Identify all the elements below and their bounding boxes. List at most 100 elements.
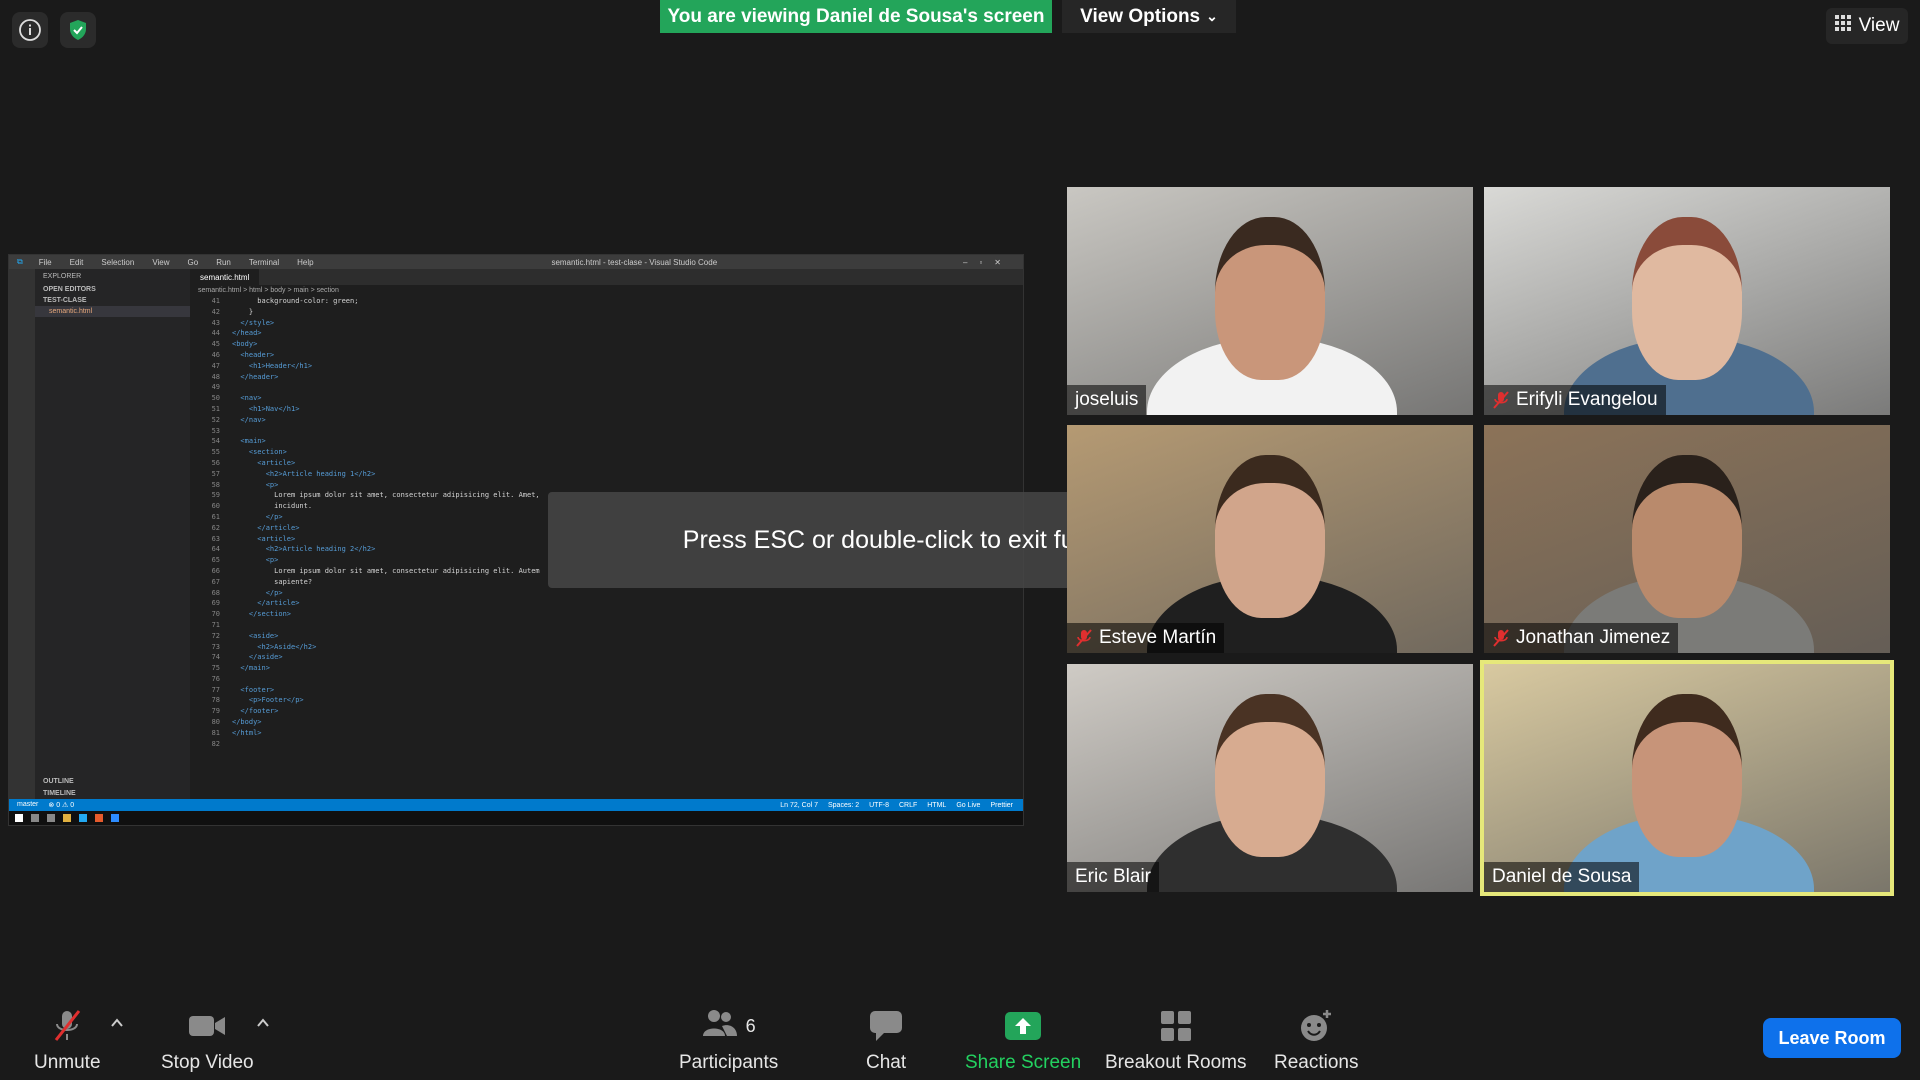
chevron-down-icon: ⌄ bbox=[1206, 8, 1218, 24]
code-line: 54 <main> bbox=[198, 436, 1023, 447]
person-head bbox=[1632, 694, 1742, 857]
code-line: 48 </header> bbox=[198, 372, 1023, 383]
view-options-menu[interactable]: View Options ⌄ bbox=[1062, 0, 1236, 33]
code-text: background-color: green; bbox=[232, 297, 359, 305]
participants-button[interactable]: 6 Participants bbox=[679, 1008, 778, 1074]
code-line: 79 </footer> bbox=[198, 706, 1023, 717]
code-line: 56 <article> bbox=[198, 458, 1023, 469]
vscode-menu-item: Selection bbox=[101, 257, 135, 267]
code-line: 80 </body> bbox=[198, 717, 1023, 728]
line-number: 81 bbox=[211, 728, 220, 737]
muted-microphone-icon bbox=[1493, 629, 1509, 647]
video-tile[interactable]: Jonathan Jimenez bbox=[1484, 425, 1890, 653]
participant-name-tag: Esteve Martín bbox=[1067, 623, 1225, 653]
vscode-menu-item: Edit bbox=[69, 257, 84, 267]
code-line: 52 </nav> bbox=[198, 415, 1023, 426]
editor-breadcrumb: semantic.html > html > body > main > sec… bbox=[198, 287, 339, 294]
code-text: </footer> bbox=[232, 707, 279, 716]
share-screen-button[interactable]: Share Screen bbox=[965, 1008, 1081, 1074]
code-text: sapiente? bbox=[232, 577, 313, 586]
video-options-caret-icon[interactable] bbox=[256, 1016, 270, 1030]
reactions-label: Reactions bbox=[1274, 1052, 1359, 1073]
participants-icon-wrap: 6 bbox=[702, 1008, 756, 1044]
breakout-rooms-button[interactable]: Breakout Rooms bbox=[1105, 1008, 1247, 1074]
view-layout-button[interactable]: View bbox=[1826, 8, 1908, 44]
status-item: Spaces: 2 bbox=[827, 801, 860, 809]
code-line: 69 </article> bbox=[198, 598, 1023, 609]
code-text: </style> bbox=[232, 318, 275, 327]
person-head bbox=[1215, 694, 1325, 857]
viewing-screen-banner: You are viewing Daniel de Sousa's screen bbox=[660, 0, 1052, 33]
line-number: 74 bbox=[211, 653, 220, 662]
open-editors-section: OPEN EDITORS bbox=[43, 286, 96, 293]
vscode-menu: File Edit Selection View Go Run Terminal Help bbox=[31, 258, 314, 267]
video-tile[interactable]: Eric Blair bbox=[1067, 664, 1473, 892]
browser-icon bbox=[95, 814, 103, 822]
code-text: </article> bbox=[232, 523, 300, 532]
explorer-title: EXPLORER bbox=[43, 273, 82, 280]
security-shield-icon[interactable] bbox=[60, 12, 96, 48]
windows-taskbar bbox=[9, 811, 1023, 825]
code-text: <h1>Nav</h1> bbox=[232, 404, 300, 413]
code-line: 71 bbox=[198, 620, 1023, 631]
vscode-menu-item: Terminal bbox=[248, 257, 280, 267]
line-number: 55 bbox=[211, 448, 220, 457]
person-head bbox=[1632, 455, 1742, 618]
line-number: 63 bbox=[211, 534, 220, 543]
code-text: } bbox=[232, 307, 254, 316]
code-text: <h1>Header</h1> bbox=[232, 361, 313, 370]
unmute-button[interactable]: Unmute bbox=[34, 1008, 101, 1074]
line-number: 82 bbox=[211, 739, 220, 748]
code-line: 70 </section> bbox=[198, 609, 1023, 620]
code-line: 76 bbox=[198, 674, 1023, 685]
status-left: master ⊗ 0 ⚠ 0 bbox=[17, 801, 74, 809]
stop-video-button[interactable]: Stop Video bbox=[161, 1008, 254, 1074]
code-line: 45 <body> bbox=[198, 339, 1023, 350]
reactions-button[interactable]: Reactions bbox=[1274, 1008, 1359, 1074]
breakout-rooms-icon bbox=[1160, 1008, 1191, 1044]
video-tile[interactable]: joseluis bbox=[1067, 187, 1473, 415]
vscode-activity-bar bbox=[9, 269, 35, 799]
participant-name: Jonathan Jimenez bbox=[1516, 627, 1671, 648]
leave-room-button[interactable]: Leave Room bbox=[1763, 1018, 1901, 1058]
status-item: master bbox=[17, 801, 39, 808]
vscode-menu-item: View bbox=[152, 257, 170, 267]
video-tile[interactable]: Erifyli Evangelou bbox=[1484, 187, 1890, 415]
video-tile[interactable]: Daniel de Sousa bbox=[1480, 660, 1894, 896]
code-text: incidunt. bbox=[232, 502, 313, 511]
line-number: 70 bbox=[211, 610, 220, 619]
code-text: <header> bbox=[232, 350, 275, 359]
line-number: 45 bbox=[211, 340, 220, 349]
muted-microphone-icon bbox=[1493, 391, 1509, 409]
grid-icon bbox=[1834, 15, 1851, 37]
line-number: 58 bbox=[211, 480, 220, 489]
code-line: 41 background-color: green; bbox=[198, 296, 1023, 307]
meeting-info-icon[interactable] bbox=[12, 12, 48, 48]
status-item: Prettier bbox=[990, 801, 1013, 809]
line-number: 50 bbox=[211, 394, 220, 403]
code-text: </head> bbox=[232, 329, 262, 338]
zoom-taskbar-icon bbox=[111, 814, 119, 822]
participant-name: Daniel de Sousa bbox=[1492, 866, 1632, 887]
video-tile[interactable]: Esteve Martín bbox=[1067, 425, 1473, 653]
person-head bbox=[1215, 455, 1325, 618]
line-number: 71 bbox=[211, 620, 220, 629]
line-number: 64 bbox=[211, 545, 220, 554]
status-item: ⊗ 0 ⚠ 0 bbox=[48, 802, 75, 809]
participant-name: Erifyli Evangelou bbox=[1516, 389, 1658, 410]
line-number: 76 bbox=[211, 674, 220, 683]
status-item: CRLF bbox=[898, 801, 918, 809]
code-text: <p> bbox=[232, 556, 279, 565]
line-number: 68 bbox=[211, 588, 220, 597]
participant-name-tag: joseluis bbox=[1067, 385, 1147, 415]
audio-options-caret-icon[interactable] bbox=[110, 1016, 124, 1030]
vscode-menu-item: Help bbox=[297, 257, 314, 267]
chat-button[interactable]: Chat bbox=[866, 1008, 906, 1074]
code-text: <nav> bbox=[232, 394, 262, 403]
vscode-logo-icon: ⧉ bbox=[17, 257, 23, 266]
code-line: 82 bbox=[198, 739, 1023, 750]
code-line: 75 </main> bbox=[198, 663, 1023, 674]
code-line: 55 <section> bbox=[198, 447, 1023, 458]
code-text: </nav> bbox=[232, 415, 266, 424]
line-number: 66 bbox=[211, 566, 220, 575]
